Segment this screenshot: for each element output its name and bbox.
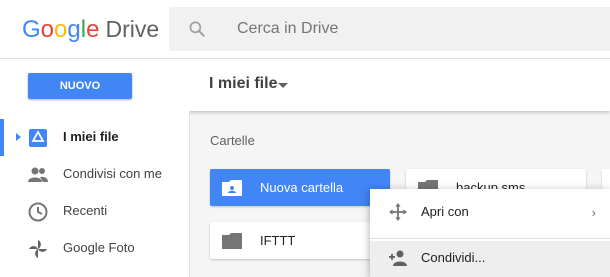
folder-item[interactable]: IFTTT xyxy=(210,222,390,259)
logo-letter: g xyxy=(67,16,81,43)
breadcrumb[interactable]: I miei file xyxy=(209,75,277,93)
new-button[interactable]: NUOVO xyxy=(28,73,132,99)
menu-item-share[interactable]: Condividi... xyxy=(370,241,610,277)
submenu-arrow-icon: › xyxy=(591,205,596,220)
folder-item[interactable]: Nuova cartella xyxy=(210,169,390,206)
sidebar: I miei file Condivisi con me Recenti Goo… xyxy=(0,111,190,277)
sidebar-item-recent[interactable]: Recenti xyxy=(0,193,189,230)
sidebar-item-my-files[interactable]: I miei file xyxy=(0,119,189,156)
sidebar-item-shared[interactable]: Condivisi con me xyxy=(0,156,189,193)
logo-letter: o xyxy=(54,16,68,43)
pinwheel-icon xyxy=(29,240,47,258)
search-box[interactable]: Cerca in Drive xyxy=(169,7,610,51)
drive-icon xyxy=(29,129,47,147)
chevron-down-icon[interactable] xyxy=(278,83,288,88)
section-title-folders: Cartelle xyxy=(210,133,255,148)
sidebar-item-label: Google Foto xyxy=(63,240,135,255)
sidebar-item-label: Condivisi con me xyxy=(63,166,162,181)
context-menu: Apri con › Condividi... xyxy=(370,189,610,277)
people-icon xyxy=(28,167,48,182)
menu-item-open-with[interactable]: Apri con › xyxy=(370,195,610,229)
clock-icon xyxy=(28,202,48,222)
logo-letter: G xyxy=(22,16,41,43)
expand-arrow-icon[interactable] xyxy=(16,133,21,141)
google-drive-logo[interactable]: Google Drive xyxy=(22,16,159,44)
search-input[interactable]: Cerca in Drive xyxy=(237,20,338,38)
app-header: Google Drive Cerca in Drive xyxy=(0,0,610,58)
move-icon xyxy=(389,203,407,221)
active-indicator xyxy=(0,119,4,156)
menu-item-label: Condividi... xyxy=(421,250,486,265)
folder-name: Nuova cartella xyxy=(260,180,344,195)
search-icon[interactable] xyxy=(187,19,207,39)
toolbar: NUOVO I miei file xyxy=(0,58,610,111)
sidebar-item-google-photos[interactable]: Google Foto xyxy=(0,230,189,267)
folder-name: IFTTT xyxy=(260,233,296,248)
menu-divider xyxy=(370,238,610,239)
add-person-icon xyxy=(389,250,407,266)
sidebar-item-label: Recenti xyxy=(63,203,108,218)
logo-letter: o xyxy=(40,16,55,43)
shared-folder-icon xyxy=(222,180,242,196)
logo-letter: e xyxy=(86,16,100,43)
menu-item-label: Apri con xyxy=(421,204,469,219)
sidebar-item-label: I miei file xyxy=(63,129,119,144)
folder-icon xyxy=(222,233,242,249)
logo-product-name: Drive xyxy=(105,16,160,42)
